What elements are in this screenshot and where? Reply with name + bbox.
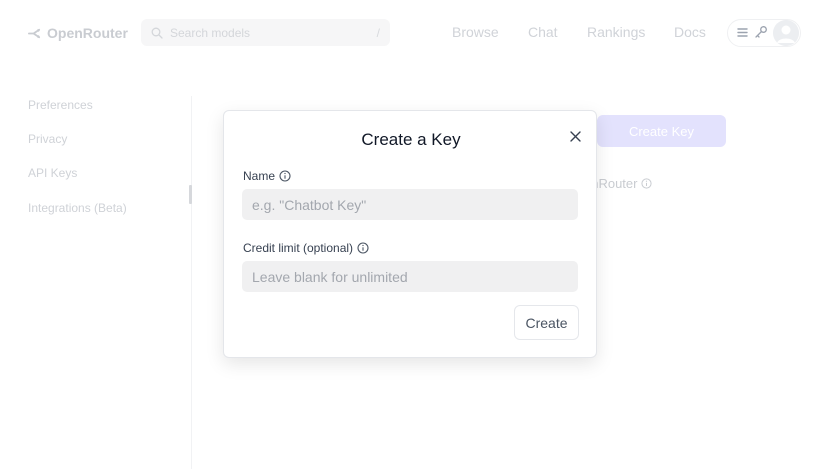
- dialog-title: Create a Key: [361, 130, 461, 149]
- name-label-text: Name: [243, 169, 276, 183]
- info-icon[interactable]: [279, 170, 291, 182]
- credit-limit-label: Credit limit (optional): [243, 241, 369, 255]
- credit-limit-label-text: Credit limit (optional): [243, 241, 354, 255]
- create-button[interactable]: Create: [514, 305, 579, 340]
- close-button[interactable]: [566, 127, 584, 145]
- credit-limit-field[interactable]: [242, 261, 578, 292]
- name-label: Name: [243, 169, 291, 183]
- close-icon: [569, 130, 581, 142]
- info-icon[interactable]: [357, 242, 369, 254]
- name-field[interactable]: [242, 189, 578, 220]
- create-key-dialog: Create a Key Name Credit limit (optional…: [223, 110, 597, 358]
